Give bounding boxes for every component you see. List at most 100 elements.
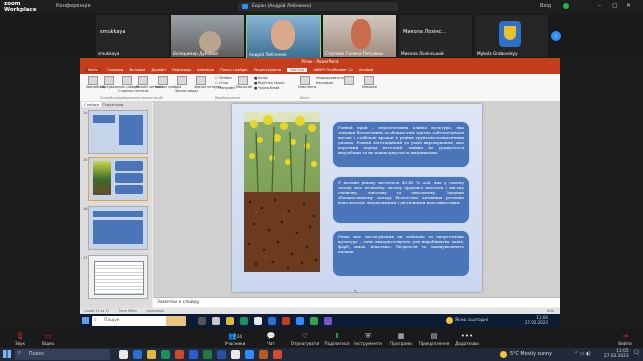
- guides-checkbox[interactable]: ☐ Напрямні: [215, 86, 235, 90]
- powerpoint-icon[interactable]: [273, 350, 282, 359]
- powerpoint-icon[interactable]: [282, 317, 290, 325]
- tab-home[interactable]: Головна: [107, 68, 123, 72]
- leave-button[interactable]: ⇥ Вийти: [605, 332, 643, 346]
- grid-checkbox[interactable]: ☐ Сітка: [215, 81, 228, 85]
- tab-animations[interactable]: Анімація: [197, 68, 214, 72]
- switch-windows-icon[interactable]: [344, 76, 354, 85]
- slide-thumbnail[interactable]: 16: [83, 206, 148, 250]
- macros-button[interactable]: Макроси: [362, 85, 377, 89]
- app-icon[interactable]: [259, 350, 268, 359]
- maximize-icon[interactable]: ▢: [612, 2, 618, 9]
- chrome-icon[interactable]: [231, 350, 240, 359]
- color-option[interactable]: ■ Колір: [254, 76, 268, 80]
- handout-master-button[interactable]: Зразок видач: [175, 89, 198, 93]
- app-icon[interactable]: [310, 317, 318, 325]
- video-button[interactable]: ▭ Відео: [28, 332, 68, 346]
- windows-start-icon[interactable]: [82, 317, 89, 324]
- slide-thumbnail-selected[interactable]: 15: [83, 157, 148, 201]
- tab-design[interactable]: Дизайн: [151, 68, 165, 72]
- task-view-icon[interactable]: [119, 350, 128, 359]
- zoom-app-icon[interactable]: [245, 350, 254, 359]
- slide-thumbnail[interactable]: 17: [83, 255, 148, 299]
- normal-view-icon[interactable]: [88, 76, 98, 85]
- zoom-icon[interactable]: [238, 76, 248, 85]
- edge-icon[interactable]: [240, 317, 248, 325]
- more-icon: •••: [460, 332, 474, 340]
- windows-start-icon[interactable]: [3, 350, 11, 358]
- language: українська: [146, 309, 165, 313]
- video-off-icon: ▭: [44, 332, 52, 340]
- tab-review[interactable]: Рецензування: [254, 68, 281, 72]
- tray-icons[interactable]: ⌃ ▭ ◖): [574, 351, 591, 357]
- theme-name: Тема Office: [118, 309, 138, 313]
- app-icon[interactable]: [175, 350, 184, 359]
- slide-text-box[interactable]: Ранній ярий – перспективна олійна культу…: [332, 121, 470, 168]
- task-view-icon[interactable]: [198, 317, 206, 325]
- edge-icon[interactable]: [161, 350, 170, 359]
- tab-file[interactable]: Файл: [85, 68, 102, 72]
- screen-share-banner[interactable]: Екран (Андрій Лебченко): [238, 2, 398, 11]
- handout-master-icon[interactable]: [177, 76, 187, 85]
- notes-master-icon[interactable]: [196, 76, 206, 85]
- panel-tab-slides[interactable]: Слайди Структура: [82, 102, 123, 107]
- participants-button[interactable]: 👥24 Учасники: [215, 332, 255, 346]
- file-explorer-icon[interactable]: [147, 350, 156, 359]
- black-white-option[interactable]: ■ Чорно-білий: [254, 86, 279, 90]
- word-icon[interactable]: [189, 350, 198, 359]
- tab-insert[interactable]: Вставка: [130, 68, 146, 72]
- new-window-icon[interactable]: [300, 76, 310, 85]
- search-input[interactable]: Пошук: [92, 316, 172, 326]
- participant-tile[interactable]: Микола Лозінс... Микола Лозінський: [399, 15, 472, 57]
- conference-label: Конференція: [56, 3, 91, 9]
- participant-tile[interactable]: smukkaya smukkaya: [96, 15, 169, 57]
- search-input[interactable]: Поиск: [15, 349, 110, 360]
- next-page-icon[interactable]: ›: [551, 31, 561, 41]
- macros-icon[interactable]: [364, 76, 374, 85]
- notifications-icon[interactable]: 🗨: [633, 350, 640, 356]
- notes-page-icon[interactable]: [122, 76, 132, 85]
- ribbon-group-label: Способи відображення презентацій: [100, 96, 163, 100]
- notes-pane[interactable]: Заметки к слайду: [153, 297, 560, 307]
- tab-view[interactable]: Вигляд: [287, 68, 308, 72]
- slide-text-box[interactable]: Ріпак має застосування як технічна та ен…: [332, 230, 470, 277]
- notes-page-button[interactable]: Сторінки нотаток: [118, 89, 149, 93]
- zoom-button[interactable]: Масштаб: [236, 85, 252, 89]
- taskbar-widget[interactable]: [166, 316, 186, 326]
- chrome-icon[interactable]: [254, 317, 262, 325]
- file-explorer-icon[interactable]: [226, 317, 234, 325]
- tab-acrobat[interactable]: Acrobat: [359, 68, 373, 72]
- weather-text[interactable]: Ясно сьогодні: [455, 318, 488, 323]
- slide-master-icon[interactable]: [158, 76, 168, 85]
- participant-tile[interactable]: Mykola Grabovskyy: [475, 15, 548, 57]
- new-window-button[interactable]: Нове вікно: [298, 85, 317, 89]
- slide-thumbnail[interactable]: 14: [83, 110, 148, 154]
- weather-text[interactable]: 5°C Mostly sunny: [510, 352, 552, 357]
- avatar: [351, 19, 371, 49]
- tab-abbyy[interactable]: ABBYY FineReader 12: [313, 68, 352, 72]
- reading-view-icon[interactable]: [138, 76, 148, 85]
- app-icon[interactable]: [217, 350, 226, 359]
- participant-tile[interactable]: Володимир Дубовий: [171, 15, 244, 57]
- slide-text-box[interactable]: У насінні ріпаку міститься 40-45 % олії,…: [332, 176, 470, 224]
- word-icon[interactable]: [268, 317, 276, 325]
- excel-icon[interactable]: [203, 350, 212, 359]
- app-icon[interactable]: [212, 317, 220, 325]
- slide-sorter-icon[interactable]: [104, 76, 114, 85]
- grayscale-option[interactable]: ■ Відтінки сірого: [254, 81, 284, 85]
- zoom-app-icon[interactable]: [296, 317, 304, 325]
- tab-slideshow[interactable]: Показ слайдів: [220, 68, 247, 72]
- ruler-checkbox[interactable]: ☐ Лінійка: [215, 76, 232, 80]
- app-icon[interactable]: [133, 350, 142, 359]
- tab-transitions[interactable]: Переходи: [172, 68, 191, 72]
- participant-tile-active-speaker[interactable]: Андрій Лебченко: [246, 15, 321, 59]
- participant-tile[interactable]: Стрілова Галина Петрівна: [323, 15, 396, 57]
- arrange-all-button[interactable]: Упорядкувати все: [316, 76, 347, 80]
- minimize-icon[interactable]: –: [598, 2, 601, 9]
- exit-label[interactable]: Вхід: [540, 3, 551, 9]
- cascade-button[interactable]: Каскадом: [316, 81, 333, 85]
- app-icon[interactable]: [324, 317, 332, 325]
- close-icon[interactable]: ✕: [626, 2, 631, 9]
- more-button[interactable]: ••• Додатково: [447, 332, 487, 346]
- search-icon: ⌕: [18, 350, 22, 356]
- clock[interactable]: 11:05 27.02.2023: [604, 349, 629, 359]
